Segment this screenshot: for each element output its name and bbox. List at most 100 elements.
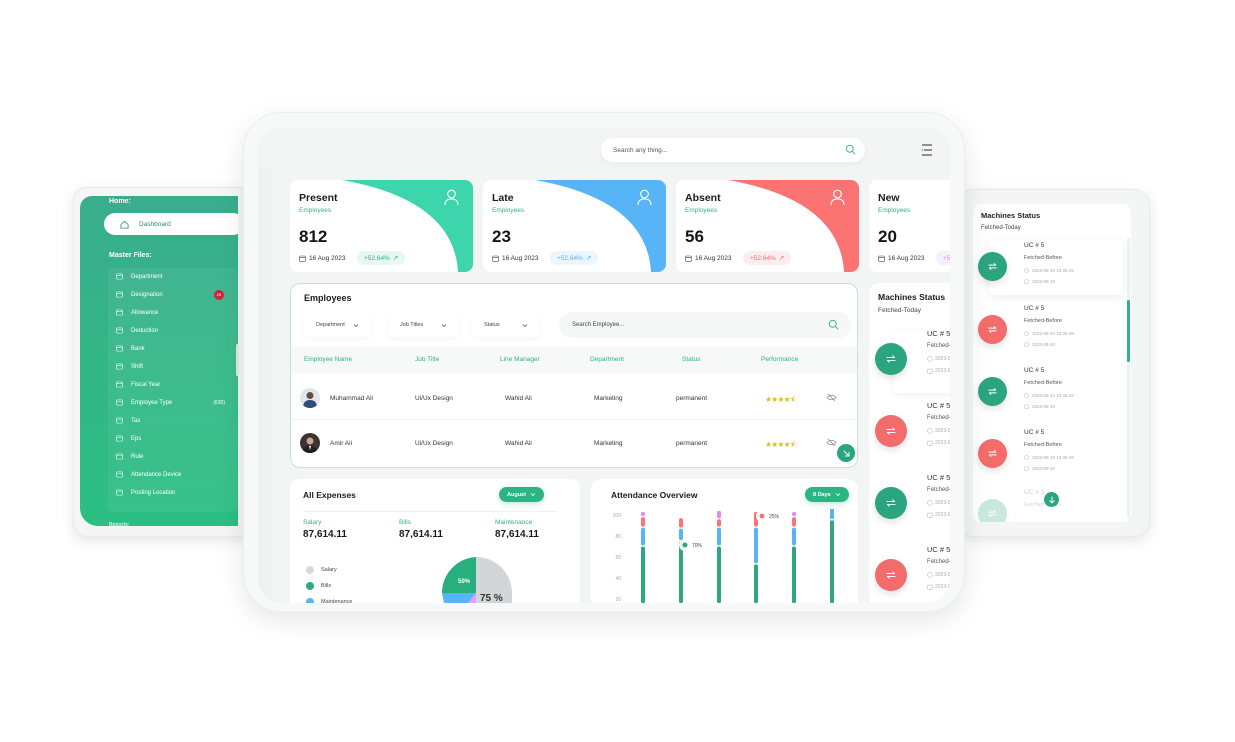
column-header[interactable]: Employee Name [304,356,352,363]
stat-value: 812 [299,227,328,246]
sidebar-item-department[interactable]: Department [116,273,232,280]
line-manager: Wahid Ali [505,395,532,402]
table-row[interactable]: Amir Ali Ui/Ux Design Wahid Ali Marketin… [291,419,857,463]
stat-title: Present [299,192,338,204]
sync-button[interactable] [978,439,1007,468]
bar-segment [792,546,796,603]
machine-item[interactable]: UC # 5 Fetched-Before 2023-08-10 10:35:4… [973,302,1123,362]
sidebar-item-rule[interactable]: Rule [116,453,232,460]
sidebar-item-allowance[interactable]: Allowance [116,309,232,316]
machine-date: 2023-08-10 [1024,466,1055,471]
sidebar-item-posting-location[interactable]: Posting Location [116,489,232,496]
search-icon[interactable] [828,319,839,330]
sidebar-item-fiscal-year[interactable]: Fiscal Year [116,381,232,388]
expand-button[interactable] [837,444,855,462]
sidebar-item-eps[interactable]: Eps [116,435,232,442]
sync-button[interactable] [875,415,907,447]
machine-fetch-status: Fetched-Before [1024,442,1062,448]
sync-button[interactable] [875,343,907,375]
sync-button[interactable] [978,377,1007,406]
clock-icon [927,572,933,578]
folder-icon [116,363,123,370]
sidebar-item-dashboard[interactable]: Dashboard [104,213,238,235]
machine-fetch-status: Fetched-Before [1024,255,1062,261]
employee-name: Amir Ali [330,440,353,447]
sidebar-item-deduction[interactable]: Deduction [116,327,232,334]
machines-status-title: Machines Status [981,211,1041,220]
column-header[interactable]: Performance [761,356,798,363]
stat-card-new[interactable]: New Employees 20 16 Aug 2023 +52.64% [869,180,950,272]
menu-icon[interactable] [921,143,933,157]
search-placeholder: Search any thing... [613,146,668,154]
machine-item[interactable]: UC # 5 Fetched-Before 2023-08-10 10:35:4… [869,397,950,467]
stat-date: 16 Aug 2023 [492,255,539,262]
sidebar-item-label: Deduction [131,327,159,334]
sidebar-item-employee-type[interactable]: Employee Type (630) [116,399,232,406]
eye-off-icon[interactable] [826,437,837,448]
filter-job-titles[interactable]: Job Titles [388,313,460,337]
sidebar-item-label: Fiscal Year [131,381,161,388]
machine-item[interactable]: UC # 5 Fetched-Before 2023-08-10 10:35:4… [973,364,1123,424]
sidebar-item-shift[interactable]: Shift [116,363,232,370]
range-dropdown[interactable]: 8 Days [805,487,849,502]
sync-button[interactable] [978,252,1007,281]
stat-title: New [878,192,900,204]
legend-maintenance: Maintenance [306,598,353,603]
column-header[interactable]: Status [682,356,700,363]
calendar-icon [492,255,499,262]
folder-icon [116,399,123,406]
table-row[interactable]: Muhammad Ali Ui/Ux Design Wahid Ali Mark… [291,375,857,419]
stat-card-absent[interactable]: Absent Employees 56 16 Aug 2023 +52.64% ↗ [676,180,859,272]
chart-callout: 25% [756,510,788,522]
trend-up-icon: ↗ [778,255,785,262]
eye-off-icon[interactable] [826,392,837,403]
sync-button[interactable] [875,487,907,519]
sidebar-item-label: Posting Location [131,489,176,496]
expense-maintenance: Maintenance 87,614.11 [495,519,539,540]
sync-button[interactable] [978,315,1007,344]
sidebar-item-bank[interactable]: Bank [116,345,232,352]
scroll-down-button[interactable] [1044,492,1059,507]
calendar-icon [1024,279,1029,284]
trend-up-icon: ↗ [585,255,592,262]
svg-text:70%: 70% [692,543,703,549]
scrollbar-thumb[interactable] [1127,300,1130,362]
stat-change-badge: +52.64% ↗ [743,251,792,265]
stat-subtitle: Employees [299,207,332,214]
machine-item[interactable]: UC # 5 Fetched-Before 2023-08-10 10:35:4… [869,541,950,603]
sidebar-item-tax[interactable]: Tax [116,417,232,424]
sync-icon [988,388,997,395]
filter-department[interactable]: Department [304,313,371,337]
sync-button[interactable] [875,559,907,591]
sidebar-scrollbar[interactable] [236,344,239,376]
y-tick-label: 80 [615,534,621,540]
employee-search-input[interactable]: Search Employee... [559,312,851,338]
employment-status: permanent [676,395,708,402]
stat-card-present[interactable]: Present Employees 812 16 Aug 2023 +52.64… [290,180,473,272]
sidebar-item-label: Shift [131,363,144,370]
sidebar-item-designation[interactable]: Designation 25 [116,289,232,300]
bar-segment [717,519,721,527]
machine-item[interactable]: UC # 5 Fetched-Before 2023-08-10 10:35:4… [869,325,950,395]
month-dropdown[interactable]: August [499,487,544,502]
column-header[interactable]: Line Manager [500,356,540,363]
employees-title: Employees [304,293,352,303]
sidebar-item-attendance-device[interactable]: Attendance Device [116,471,232,478]
home-icon [120,220,129,229]
machine-item[interactable]: UC # 5 Fetched-Before 2023-08-10 10:35:4… [869,469,950,539]
y-tick-label: 100 [613,513,622,519]
attendance-card: Attendance Overview 8 Days 100 80 60 40 20 70… [591,479,858,603]
column-header[interactable]: Job Title [415,356,439,363]
scrollbar-track[interactable] [1127,238,1130,518]
bar-segment [679,518,683,528]
filter-status[interactable]: Status [472,313,540,337]
sync-button[interactable] [978,499,1007,522]
notification-badge: 25 [214,289,224,300]
machine-item[interactable]: UC # 5 Fetched-Before 2023-08-10 10:35:4… [973,426,1123,486]
machine-item[interactable]: UC # 5 Fetched-Before 2023-08-10 10:35:4… [973,239,1123,299]
global-search-input[interactable]: Search any thing... [601,138,865,162]
column-header[interactable]: Department [590,356,624,363]
calendar-icon [927,512,933,518]
search-icon[interactable] [845,144,856,155]
stat-card-late[interactable]: Late Employees 23 16 Aug 2023 +52.64% ↗ [483,180,666,272]
